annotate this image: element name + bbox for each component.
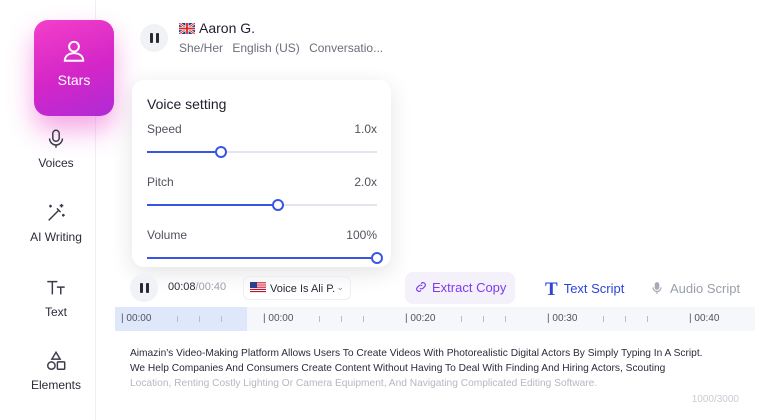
extract-copy-label: Extract Copy	[432, 280, 507, 295]
voice-name-text: Aaron G.	[199, 20, 256, 36]
text-icon	[47, 280, 65, 295]
play-pause-button[interactable]	[130, 274, 158, 302]
timeline-tick	[647, 316, 648, 322]
timeline-label: | 00:20	[405, 313, 436, 324]
magic-wand-icon	[48, 203, 65, 221]
speed-slider[interactable]	[147, 146, 377, 158]
sidebar-item-text[interactable]: Text	[0, 277, 112, 319]
sidebar-item-label: Text	[44, 305, 67, 319]
panel-title: Voice setting	[147, 96, 227, 112]
timeline-label: | 00:00	[263, 313, 294, 324]
voice-language: English (US)	[232, 41, 300, 55]
pitch-slider-handle[interactable]	[272, 199, 285, 211]
volume-slider-fill	[147, 257, 377, 259]
voice-select-value: Voice Is Ali P.	[270, 283, 336, 295]
user-icon	[63, 40, 85, 62]
speed-value: 1.0x	[354, 122, 377, 136]
volume-setting: Volume 100%	[147, 228, 377, 242]
link-icon	[416, 282, 426, 292]
voice-name: Aaron G.	[179, 20, 255, 36]
script-editor[interactable]: Aimazin's Video-Making Platform Allows U…	[130, 346, 750, 391]
volume-slider-handle[interactable]	[371, 252, 383, 264]
voice-select[interactable]: Voice Is Ali P. ⌄	[243, 276, 351, 300]
voice-style: Conversatio...	[309, 41, 384, 55]
timeline-tick	[177, 316, 178, 322]
timeline-tick	[505, 316, 506, 322]
speed-slider-fill	[147, 151, 221, 153]
pitch-slider[interactable]	[147, 199, 377, 211]
pause-icon	[149, 33, 159, 43]
timeline-tick	[319, 316, 320, 322]
player-bar: 00:08/00:40 Voice Is Ali P. ⌄ Extract Co…	[128, 272, 758, 304]
character-count: 1000/3000	[691, 394, 739, 405]
pitch-slider-fill	[147, 204, 279, 206]
timeline-label: | 00:30	[547, 313, 578, 324]
volume-label: Volume	[147, 228, 188, 242]
sidebar-item-elements[interactable]: Elements	[0, 350, 112, 392]
us-flag-icon	[250, 282, 266, 293]
sidebar-item-label: Elements	[30, 378, 82, 392]
tab-text-script[interactable]: T Text Script	[545, 279, 624, 301]
timeline-tick	[483, 316, 484, 322]
timeline-tick	[461, 316, 462, 322]
pause-icon	[139, 283, 149, 293]
voice-setting-panel: Voice setting Speed 1.0x Pitch 2.0x Volu…	[132, 80, 391, 267]
shapes-icon	[47, 350, 66, 370]
speed-setting: Speed 1.0x	[147, 122, 377, 136]
tab-audio-script[interactable]: Audio Script	[650, 280, 740, 296]
volume-slider[interactable]	[147, 252, 383, 264]
speed-label: Speed	[147, 122, 182, 136]
current-time: 00:08	[168, 281, 196, 293]
pitch-value: 2.0x	[354, 175, 377, 189]
tab-text-script-label: Text Script	[563, 281, 625, 296]
timeline-label: | 00:40	[689, 313, 720, 324]
volume-value: 100%	[346, 228, 377, 242]
pitch-setting: Pitch 2.0x	[147, 175, 377, 189]
script-line: We Help Companies And Consumers Create C…	[130, 363, 666, 374]
timeline-tick	[363, 316, 364, 322]
timeline-tick	[603, 316, 604, 322]
chevron-down-icon: ⌄	[336, 282, 344, 292]
timeline-tick	[625, 316, 626, 322]
total-time: /00:40	[195, 281, 227, 293]
sidebar-item-stars[interactable]: Stars	[34, 20, 114, 116]
sidebar-item-label: AI Writing	[30, 230, 82, 244]
extract-copy-button[interactable]: Extract Copy	[405, 272, 515, 304]
timeline-tick	[199, 316, 200, 322]
voice-meta: She/Her English (US) Conversatio...	[179, 41, 389, 55]
timeline[interactable]: | 00:00 | 00:00 | 00:20 | 00:30 | 00:40	[115, 307, 755, 331]
sidebar-item-label: Voices	[38, 156, 74, 170]
timeline-tick	[341, 316, 342, 322]
sidebar-item-voices[interactable]: Voices	[0, 128, 112, 170]
speed-slider-handle[interactable]	[214, 146, 227, 158]
timeline-tick	[221, 316, 222, 322]
pitch-label: Pitch	[147, 175, 174, 189]
microphone-icon	[652, 282, 662, 294]
time-display: 00:08/00:40	[168, 281, 226, 293]
script-line: Location, Renting Costly Lighting Or Cam…	[130, 378, 598, 389]
tab-audio-script-label: Audio Script	[670, 281, 741, 296]
sidebar-item-ai-writing[interactable]: AI Writing	[0, 202, 112, 244]
timeline-label: | 00:00	[121, 313, 152, 324]
text-script-icon: T	[545, 279, 558, 300]
sidebar-item-label: Stars	[57, 72, 91, 88]
microphone-icon	[48, 129, 64, 148]
preview-pause-button[interactable]	[140, 24, 168, 52]
sidebar: Stars Voices AI Writing Text Elements	[0, 0, 114, 420]
uk-flag-icon	[179, 23, 195, 34]
voice-pronoun: She/Her	[179, 41, 224, 55]
script-line: Aimazin's Video-Making Platform Allows U…	[130, 348, 703, 359]
